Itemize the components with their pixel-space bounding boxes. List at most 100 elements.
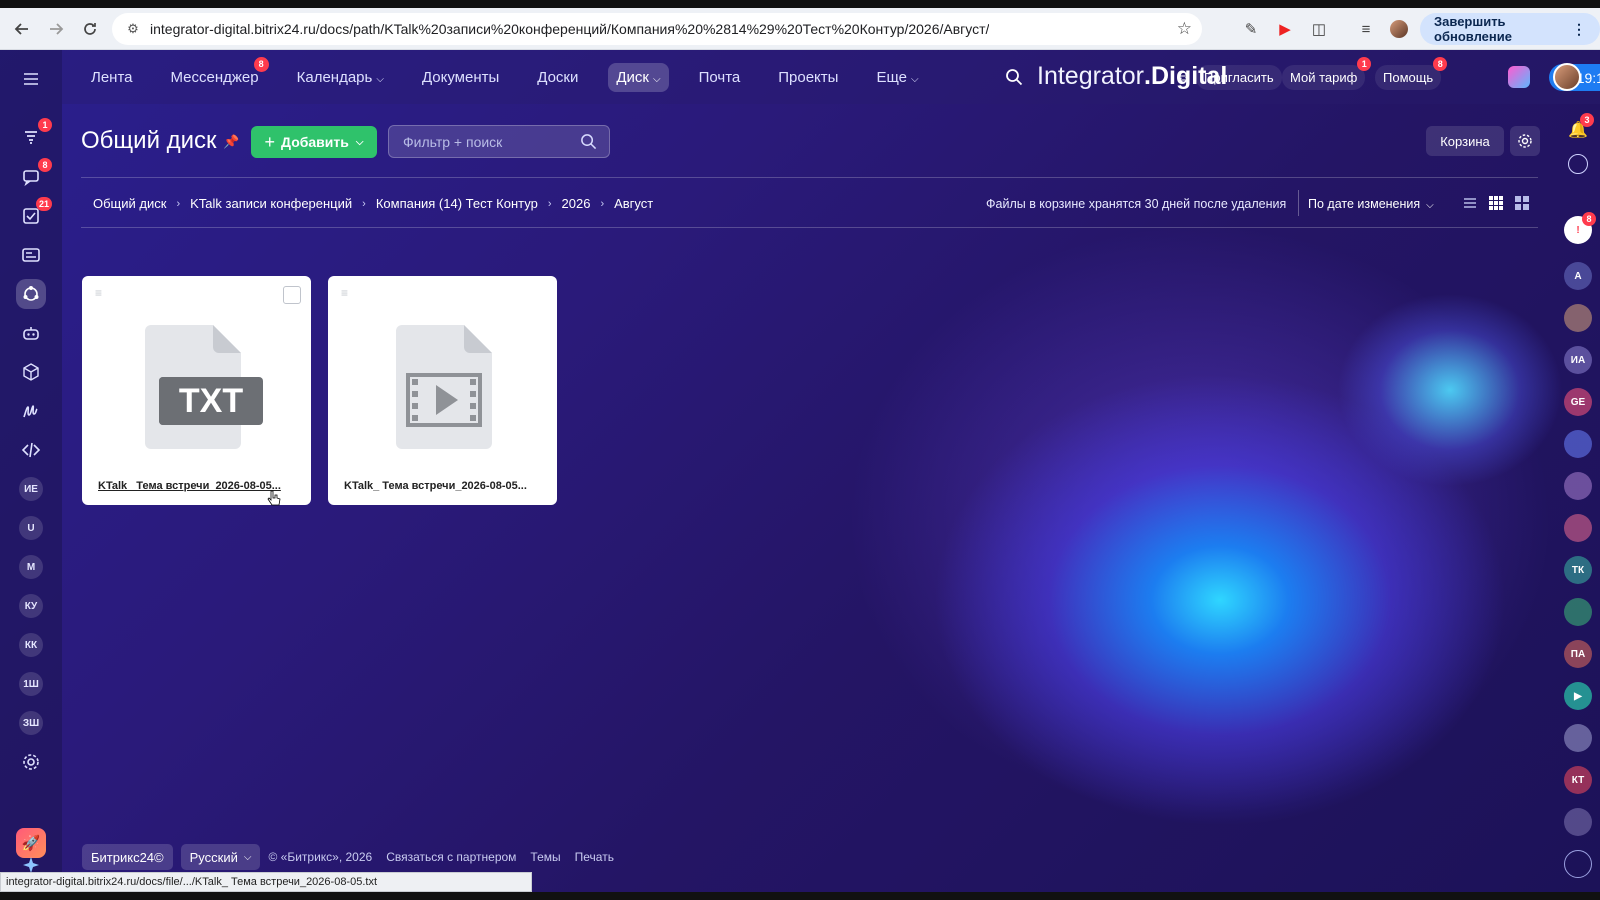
more-vertical-icon[interactable]: ⋮ bbox=[1572, 21, 1586, 38]
pin-icon[interactable]: 📌 bbox=[223, 134, 239, 150]
contact-avatar[interactable]: A bbox=[1564, 262, 1592, 290]
site-settings-icon[interactable]: ⚙ bbox=[122, 18, 144, 40]
code-icon[interactable] bbox=[16, 435, 46, 465]
language-select[interactable]: Русский ⌵ bbox=[180, 844, 261, 870]
tasks-icon[interactable]: 21 bbox=[16, 197, 52, 231]
list-view-icon[interactable] bbox=[1462, 195, 1478, 211]
card-menu-icon[interactable]: ≡ bbox=[95, 286, 102, 300]
menu-hamburger-icon[interactable] bbox=[16, 64, 46, 94]
nav-mail[interactable]: Почта bbox=[691, 63, 749, 92]
alert-badge: 8 bbox=[1582, 212, 1596, 226]
contact-avatar[interactable] bbox=[1564, 724, 1592, 752]
contact-avatar[interactable] bbox=[1564, 514, 1592, 542]
contact-avatar[interactable]: ПА bbox=[1564, 640, 1592, 668]
contact-avatar[interactable] bbox=[1564, 808, 1592, 836]
nav-more[interactable]: Еще ⌵ bbox=[868, 63, 926, 92]
file-card[interactable]: ≡ TXT KTalk_ Тема встречи_2026-08-05... bbox=[82, 276, 311, 505]
breadcrumb-item[interactable]: KTalk записи конференций bbox=[190, 196, 352, 211]
feed-icon[interactable]: 1 bbox=[16, 118, 52, 152]
contact-avatar[interactable]: ИА bbox=[1564, 346, 1592, 374]
partner-link[interactable]: Связаться с партнером bbox=[386, 850, 516, 864]
breadcrumb-item[interactable]: 2026 bbox=[562, 196, 591, 211]
nav-boards[interactable]: Доски bbox=[529, 63, 586, 92]
video-call-icon[interactable]: ▶ bbox=[1564, 682, 1592, 710]
contact-initials-4[interactable]: КУ bbox=[16, 591, 46, 621]
contact-initials-5[interactable]: КК bbox=[16, 630, 46, 660]
card-menu-icon[interactable]: ≡ bbox=[341, 286, 348, 300]
footer-brand-label: Битрикс24© bbox=[91, 849, 164, 865]
chat-icon[interactable]: 8 bbox=[16, 158, 52, 192]
finish-update-button[interactable]: Завершить обновление ⋮ bbox=[1420, 13, 1600, 45]
trash-button[interactable]: Корзина bbox=[1426, 126, 1504, 156]
alert-icon[interactable]: ! 8 bbox=[1564, 212, 1596, 244]
robot-icon[interactable] bbox=[16, 318, 46, 348]
support-icon[interactable] bbox=[1564, 850, 1592, 878]
settings-gear-icon[interactable] bbox=[16, 747, 46, 777]
group-chat-icon[interactable] bbox=[1564, 430, 1592, 458]
large-tiles-view-icon[interactable] bbox=[1514, 195, 1530, 211]
contact-initials-7[interactable]: ЗШ bbox=[16, 708, 46, 738]
back-icon[interactable] bbox=[5, 12, 39, 46]
contact-initials-2[interactable]: U bbox=[16, 513, 46, 543]
help-button[interactable]: Помощь 8 bbox=[1375, 57, 1448, 90]
contact-initials-7-label: ЗШ bbox=[19, 711, 43, 735]
media-queue-icon[interactable]: ≡ bbox=[1353, 16, 1379, 42]
filter-search-input[interactable]: Фильтр + поиск bbox=[388, 125, 610, 158]
invite-icon[interactable]: ⇄ bbox=[1170, 65, 1197, 90]
profile-avatar-icon[interactable] bbox=[1386, 16, 1412, 42]
filter-placeholder: Фильтр + поиск bbox=[403, 133, 503, 150]
nav-feed[interactable]: Лента bbox=[83, 63, 141, 92]
contact-initials-1[interactable]: ИЕ bbox=[16, 474, 46, 504]
nav-calendar[interactable]: Календарь ⌵ bbox=[289, 63, 392, 92]
nav-documents[interactable]: Документы bbox=[414, 63, 507, 92]
grid-view-icon[interactable] bbox=[1488, 195, 1504, 211]
contact-avatar[interactable]: КТ bbox=[1564, 766, 1592, 794]
add-button[interactable]: + Добавить ⌵ bbox=[251, 126, 377, 158]
contact-avatar[interactable] bbox=[1564, 598, 1592, 626]
tariff-button[interactable]: Мой тариф 1 bbox=[1282, 57, 1372, 90]
contact-avatar[interactable] bbox=[1564, 304, 1592, 332]
extensions-puzzle-icon[interactable]: ◫ bbox=[1306, 16, 1332, 42]
bookmark-star-icon[interactable]: ☆ bbox=[1177, 19, 1192, 39]
contact-avatar[interactable]: ТК bbox=[1564, 556, 1592, 584]
screen: { "browser": { "url": "integrator-digita… bbox=[0, 0, 1600, 900]
file-name[interactable]: KTalk_ Тема встречи_2026-08-05... bbox=[344, 480, 544, 492]
crm-icon[interactable] bbox=[16, 240, 46, 270]
disk-settings-gear-icon[interactable] bbox=[1510, 126, 1540, 156]
file-card[interactable]: ≡ KTalk_ Тема встречи_2026-08-05... bbox=[328, 276, 557, 505]
search-icon[interactable] bbox=[1005, 68, 1023, 86]
address-bar[interactable]: ⚙ integrator-digital.bitrix24.ru/docs/pa… bbox=[112, 13, 1202, 45]
contact-avatar[interactable] bbox=[1564, 472, 1592, 500]
box-icon[interactable] bbox=[16, 357, 46, 387]
breadcrumb: Общий диск › KTalk записи конференций › Ко… bbox=[93, 196, 663, 211]
nav-messenger[interactable]: Мессенджер 8 bbox=[163, 56, 269, 92]
contact-initials-6[interactable]: 1Ш bbox=[16, 669, 46, 699]
select-checkbox[interactable] bbox=[283, 286, 301, 304]
footer: Битрикс24© Русский ⌵ © «Битрикс», 2026 Св… bbox=[82, 844, 628, 870]
chat-search-icon[interactable] bbox=[1568, 154, 1588, 174]
invite-button[interactable]: Пригласить bbox=[1196, 65, 1282, 90]
bitrix24-brand-button[interactable]: Битрикс24© bbox=[82, 844, 173, 870]
themes-link[interactable]: Темы bbox=[530, 850, 560, 864]
contact-initials-3[interactable]: M bbox=[16, 552, 46, 582]
youtube-extension-icon[interactable]: ▶ bbox=[1272, 16, 1298, 42]
print-link[interactable]: Печать bbox=[575, 850, 614, 864]
sort-dropdown[interactable]: По дате изменения ⌵ bbox=[1308, 197, 1434, 211]
notifications-bell-icon[interactable]: 🔔 3 bbox=[1564, 113, 1594, 144]
contact-avatar-label: A bbox=[1574, 270, 1582, 282]
contact-avatar[interactable]: GE bbox=[1564, 388, 1592, 416]
address-url[interactable]: integrator-digital.bitrix24.ru/docs/path… bbox=[150, 21, 989, 37]
search-icon[interactable] bbox=[580, 133, 597, 150]
nav-disk[interactable]: Диск ⌵ bbox=[608, 62, 669, 92]
breadcrumb-item-current[interactable]: Август bbox=[614, 196, 653, 211]
signature-icon[interactable] bbox=[16, 396, 46, 426]
disk-icon[interactable] bbox=[16, 279, 46, 309]
breadcrumb-item[interactable]: Общий диск bbox=[93, 196, 166, 211]
pen-extension-icon[interactable]: ✎ bbox=[1238, 16, 1264, 42]
user-avatar[interactable] bbox=[1553, 63, 1581, 91]
breadcrumb-item[interactable]: Компания (14) Тест Контур bbox=[376, 196, 538, 211]
nav-projects[interactable]: Проекты bbox=[770, 63, 846, 92]
forward-icon[interactable] bbox=[39, 12, 73, 46]
reload-icon[interactable] bbox=[73, 12, 107, 46]
copilot-icon[interactable] bbox=[1508, 66, 1530, 88]
